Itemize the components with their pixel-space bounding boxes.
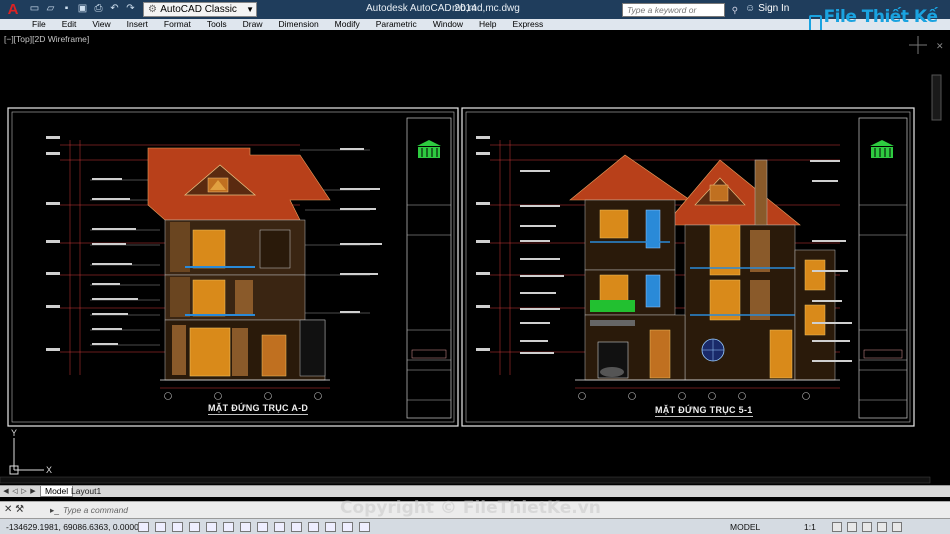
gear-icon: ⚙ [148,4,157,15]
menu-dimension[interactable]: Dimension [279,19,319,30]
status-bar: -134629.1981, 69086.6363, 0.0000 MODEL 1… [0,518,950,534]
isolate-objects-icon[interactable] [877,522,887,532]
tab-layout1[interactable]: Layout1 [67,486,105,497]
user-icon: ☺ [745,3,756,14]
grid-toggle[interactable] [172,522,183,532]
sheet-2 [461,107,915,427]
lineweight-toggle[interactable] [308,522,319,532]
redo-icon[interactable]: ↷ [124,2,137,16]
annotation-scale[interactable]: 1:1 [804,522,816,532]
autocad-logo-icon[interactable]: A [2,1,24,18]
open-icon[interactable]: ▱ [44,2,57,16]
horizontal-scrollbar [0,476,931,484]
menu-format[interactable]: Format [164,19,191,30]
command-line: ✕ ⚒ ▸_ Type a command [0,501,950,518]
menu-window[interactable]: Window [433,19,463,30]
hardware-acceleration-icon[interactable] [862,522,872,532]
ortho-toggle[interactable] [189,522,200,532]
menu-parametric[interactable]: Parametric [376,19,417,30]
undo-icon[interactable]: ↶ [108,2,121,16]
last-tab-icon[interactable]: ▶ [29,486,37,497]
model-space-button[interactable]: MODEL [730,522,760,532]
svg-text:✕: ✕ [936,41,944,51]
tab-scroll-arrows: ◀ ◁ ▷ ▶ [2,486,37,497]
sheet-1-title: MẶT ĐỨNG TRỤC A-D [208,403,309,415]
print-icon[interactable]: ⎙ [92,2,105,16]
infer-constraints-toggle[interactable] [138,522,149,532]
drawing-area[interactable]: [−][Top][2D Wireframe] ✕ Y X MẶT ĐỨNG TR… [0,30,950,485]
save-as-icon[interactable]: ▣ [76,2,89,16]
command-prompt-icon: ▸_ [50,505,59,515]
snap-toggle[interactable] [155,522,166,532]
osnap-toggle[interactable] [223,522,234,532]
next-tab-icon[interactable]: ▷ [20,486,28,497]
close-icon[interactable]: ✕ [4,504,12,515]
wrench-icon[interactable]: ⚒ [15,504,24,515]
3d-osnap-toggle[interactable] [240,522,251,532]
menu-tools[interactable]: Tools [207,19,227,30]
status-tray [832,522,902,532]
chevron-down-icon: ▼ [246,5,254,14]
title-bar: A ▭ ▱ ▪ ▣ ⎙ ↶ ↷ ⚙ AutoCAD Classic ▼ Auto… [0,0,950,27]
file-name: mb,md,mc.dwg [452,3,520,14]
model-space-canvas: ✕ Y X [0,36,944,484]
lock-icon[interactable] [847,522,857,532]
dyn-toggle[interactable] [291,522,302,532]
sign-in-button[interactable]: ☺ Sign In [745,3,789,14]
first-tab-icon[interactable]: ◀ [2,486,10,497]
polar-toggle[interactable] [206,522,217,532]
navigation-bar [931,74,942,121]
cursor-coordinates: -134629.1981, 69086.6363, 0.0000 [6,522,139,532]
search-icon[interactable]: ⚲ [732,4,738,16]
menu-draw[interactable]: Draw [243,19,263,30]
menu-bar: File Edit View Insert Format Tools Draw … [0,19,950,30]
logo-icon [870,140,894,158]
logo-icon [417,140,441,158]
svg-text:X: X [46,465,52,475]
menu-insert[interactable]: Insert [127,19,148,30]
save-icon[interactable]: ▪ [60,2,73,16]
menu-express[interactable]: Express [513,19,544,30]
selection-cycling-toggle[interactable] [359,522,370,532]
command-line-controls: ✕ ⚒ [4,504,24,515]
prev-tab-icon[interactable]: ◁ [11,486,19,497]
quick-properties-toggle[interactable] [342,522,353,532]
sheet-1 [7,107,459,427]
command-input[interactable]: ▸_ Type a command [50,504,930,516]
quick-access-toolbar: ▭ ▱ ▪ ▣ ⎙ ↶ ↷ [28,2,137,17]
elevation-a-d [147,147,331,400]
menu-modify[interactable]: Modify [335,19,360,30]
menu-help[interactable]: Help [479,19,496,30]
workspace-switch-icon[interactable] [832,522,842,532]
layout-tab-bar: ◀ ◁ ▷ ▶ Model Layout1 [0,485,950,497]
help-search-input[interactable]: Type a keyword or phrase ⚲ [622,3,738,27]
svg-text:Y: Y [11,428,17,438]
transparency-toggle[interactable] [325,522,336,532]
new-icon[interactable]: ▭ [28,2,41,16]
elevation-5-1 [569,154,840,400]
menu-file[interactable]: File [32,19,46,30]
menu-view[interactable]: View [92,19,110,30]
ducs-toggle[interactable] [274,522,285,532]
workspace-select[interactable]: ⚙ AutoCAD Classic ▼ [143,2,257,17]
otrack-toggle[interactable] [257,522,268,532]
clean-screen-icon[interactable] [892,522,902,532]
sheet-2-title: MẶT ĐỨNG TRỤC 5-1 [655,405,753,417]
ucs-icon: Y X [9,428,52,475]
menu-edit[interactable]: Edit [62,19,77,30]
drafting-tools [138,522,370,532]
viewcube-icon: ✕ [909,36,944,54]
